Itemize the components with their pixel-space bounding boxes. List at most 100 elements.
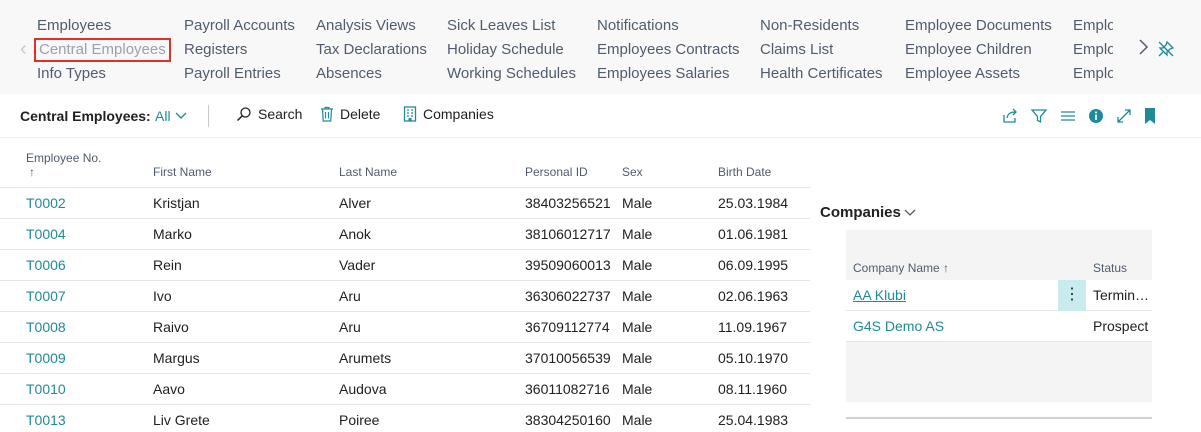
bookmark-icon[interactable]: [1143, 107, 1157, 130]
table-row[interactable]: T0008 Raivo Aru 36709112774 Male 11.09.1967: [0, 312, 810, 343]
birth-date-cell: 08.11.1960: [718, 381, 788, 397]
table-row[interactable]: T0009 Margus Arumets 37010056539 Male 05.10.1…: [0, 343, 810, 374]
share-icon[interactable]: [1001, 107, 1019, 130]
nav-link-employee-documents[interactable]: Employee Documents: [905, 14, 1052, 38]
nav-link-holiday-schedule[interactable]: Holiday Schedule: [447, 38, 576, 62]
last-name-cell: Poiree: [339, 412, 380, 428]
employee-no-link[interactable]: T0013: [26, 412, 66, 428]
nav-link-notifications[interactable]: Notifications: [597, 14, 740, 38]
last-name-cell: Aru: [339, 319, 361, 335]
chevron-right-icon[interactable]: [1137, 38, 1149, 61]
birth-date-cell: 02.06.1963: [718, 288, 789, 304]
company-row[interactable]: AA Klubi ⋮ Terminated: [846, 280, 1152, 311]
company-name-link[interactable]: G4S Demo AS: [853, 318, 944, 334]
sex-cell: Male: [622, 226, 653, 242]
nav-column-1: Employees Central Employees Info Types: [34, 14, 171, 86]
employee-no-link[interactable]: T0009: [26, 350, 66, 366]
nav-link-employee-children[interactable]: Employee Children: [905, 38, 1052, 62]
column-header-birth-date[interactable]: Birth Date: [718, 165, 771, 179]
info-icon[interactable]: [1087, 107, 1105, 130]
companies-factbox-title[interactable]: Companies: [820, 204, 916, 221]
birth-date-cell: 25.04.1983: [718, 412, 789, 428]
filter-icon[interactable]: [1030, 107, 1048, 130]
company-row[interactable]: G4S Demo AS Prospect: [846, 311, 1152, 342]
first-name-cell: Raivo: [153, 319, 189, 335]
employee-no-link[interactable]: T0010: [26, 381, 66, 397]
nav-link-employees-salaries[interactable]: Employees Salaries: [597, 62, 740, 86]
column-header-last-name[interactable]: Last Name: [339, 165, 397, 179]
nav-column-2: Payroll Accounts Registers Payroll Entri…: [184, 14, 295, 86]
building-icon: [403, 106, 417, 122]
table-row[interactable]: T0007 Ivo Aru 36306022737 Male 02.06.1963: [0, 281, 810, 312]
table-row[interactable]: T0004 Marko Anok 38106012717 Male 01.06.1981: [0, 219, 810, 250]
table-row[interactable]: T0002 Kristjan Alver 38403256521 Male 25.03.1…: [0, 188, 810, 219]
last-name-cell: Anok: [339, 226, 371, 242]
search-button[interactable]: Search: [236, 106, 302, 122]
factbox-title-label: Companies: [820, 204, 901, 221]
more-options-icon[interactable]: ⋮: [1058, 280, 1086, 311]
nav-link-employee-assets[interactable]: Employee Assets: [905, 62, 1052, 86]
nav-link-claims-list[interactable]: Claims List: [760, 38, 883, 62]
personal-id-cell: 38106012717: [525, 226, 611, 242]
column-header-company-name[interactable]: Company Name ↑: [853, 261, 949, 275]
first-name-cell: Aavo: [153, 381, 185, 397]
chevron-left-icon[interactable]: ‹: [20, 38, 27, 61]
first-name-cell: Kristjan: [153, 195, 200, 211]
employee-no-link[interactable]: T0007: [26, 288, 66, 304]
personal-id-cell: 36011082716: [525, 381, 610, 397]
nav-link-employees[interactable]: Employees: [37, 14, 171, 38]
nav-link-central-employees[interactable]: Central Employees: [34, 38, 171, 62]
employee-no-link[interactable]: T0006: [26, 257, 66, 273]
employee-no-link[interactable]: T0002: [26, 195, 66, 211]
nav-link-payroll-entries[interactable]: Payroll Entries: [184, 62, 295, 86]
nav-link-payroll-accounts[interactable]: Payroll Accounts: [184, 14, 295, 38]
nav-link-registers[interactable]: Registers: [184, 38, 295, 62]
sort-ascending-icon: ↑: [29, 165, 35, 179]
page-title: Central Employees:: [20, 108, 151, 124]
nav-link-employee-more-3[interactable]: Employe: [1073, 62, 1113, 86]
nav-link-employee-more-1[interactable]: Employe: [1073, 14, 1113, 38]
first-name-cell: Rein: [153, 257, 182, 273]
toolbar-divider: [208, 105, 209, 127]
nav-link-health-certificates[interactable]: Health Certificates: [760, 62, 883, 86]
company-name-link[interactable]: AA Klubi: [853, 287, 906, 303]
delete-label: Delete: [340, 106, 381, 122]
birth-date-cell: 05.10.1970: [718, 350, 789, 366]
nav-column-7: Employee Documents Employee Children Emp…: [905, 14, 1052, 86]
personal-id-cell: 39509060013: [525, 257, 611, 273]
nav-link-employees-contracts[interactable]: Employees Contracts: [597, 38, 740, 62]
column-header-first-name[interactable]: First Name: [153, 165, 212, 179]
nav-column-3: Analysis Views Tax Declarations Absences: [316, 14, 427, 86]
employee-no-link[interactable]: T0008: [26, 319, 66, 335]
column-header-sex[interactable]: Sex: [622, 165, 643, 179]
companies-button[interactable]: Companies: [403, 106, 494, 122]
nav-link-working-schedules[interactable]: Working Schedules: [447, 62, 576, 86]
action-bar: Central Employees: All Search Delete Com…: [0, 94, 1201, 138]
column-header-status[interactable]: Status: [1093, 261, 1127, 275]
nav-link-non-residents[interactable]: Non-Residents: [760, 14, 883, 38]
employee-no-link[interactable]: T0004: [26, 226, 66, 242]
birth-date-cell: 06.09.1995: [718, 257, 789, 273]
first-name-cell: Margus: [153, 350, 200, 366]
nav-link-employee-more-2[interactable]: Employe: [1073, 38, 1113, 62]
nav-link-analysis-views[interactable]: Analysis Views: [316, 14, 427, 38]
last-name-cell: Audova: [339, 381, 387, 397]
view-filter-label: All: [155, 108, 171, 124]
nav-link-absences[interactable]: Absences: [316, 62, 427, 86]
column-header-personal-id[interactable]: Personal ID: [525, 165, 588, 179]
view-filter-dropdown[interactable]: All: [155, 108, 187, 124]
nav-link-sick-leaves-list[interactable]: Sick Leaves List: [447, 14, 576, 38]
table-row[interactable]: T0006 Rein Vader 39509060013 Male 06.09.1995: [0, 250, 810, 281]
list-view-icon[interactable]: [1059, 107, 1077, 130]
chevron-down-icon: [175, 112, 187, 119]
unpin-icon[interactable]: [1157, 40, 1175, 63]
table-row[interactable]: T0013 Liv Grete Poiree 38304250160 Male 25.04…: [0, 405, 810, 432]
nav-link-tax-declarations[interactable]: Tax Declarations: [316, 38, 427, 62]
expand-icon[interactable]: [1115, 107, 1133, 130]
first-name-cell: Ivo: [153, 288, 172, 304]
table-row[interactable]: T0010 Aavo Audova 36011082716 Male 08.11.1960: [0, 374, 810, 405]
nav-link-info-types[interactable]: Info Types: [37, 62, 171, 86]
birth-date-cell: 25.03.1984: [718, 195, 789, 211]
column-header-employee-no[interactable]: Employee No.: [26, 151, 101, 165]
delete-button[interactable]: Delete: [320, 106, 380, 122]
